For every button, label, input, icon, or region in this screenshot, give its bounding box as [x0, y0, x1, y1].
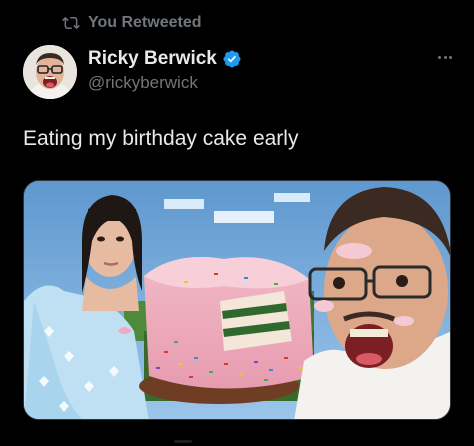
more-options-button[interactable]: [438, 50, 452, 64]
retweet-context[interactable]: You Retweeted: [62, 12, 202, 34]
verified-badge-icon: [222, 49, 242, 69]
retweet-label: You Retweeted: [88, 14, 202, 31]
author-block[interactable]: Ricky Berwick @rickyberwick: [88, 47, 242, 93]
tweet-text: Eating my birthday cake early: [23, 127, 299, 150]
bottom-divider: [174, 440, 192, 443]
tweet-photo[interactable]: [23, 180, 451, 420]
bottom-edge: [0, 436, 474, 446]
photo-image: [24, 181, 450, 419]
more-options-dot: [449, 55, 452, 59]
more-options-icon: [438, 55, 441, 59]
retweet-icon: [62, 14, 80, 32]
avatar[interactable]: [23, 45, 77, 99]
display-name[interactable]: Ricky Berwick: [88, 48, 217, 70]
more-options-dot: [443, 55, 447, 59]
author-handle[interactable]: @rickyberwick: [88, 73, 242, 93]
